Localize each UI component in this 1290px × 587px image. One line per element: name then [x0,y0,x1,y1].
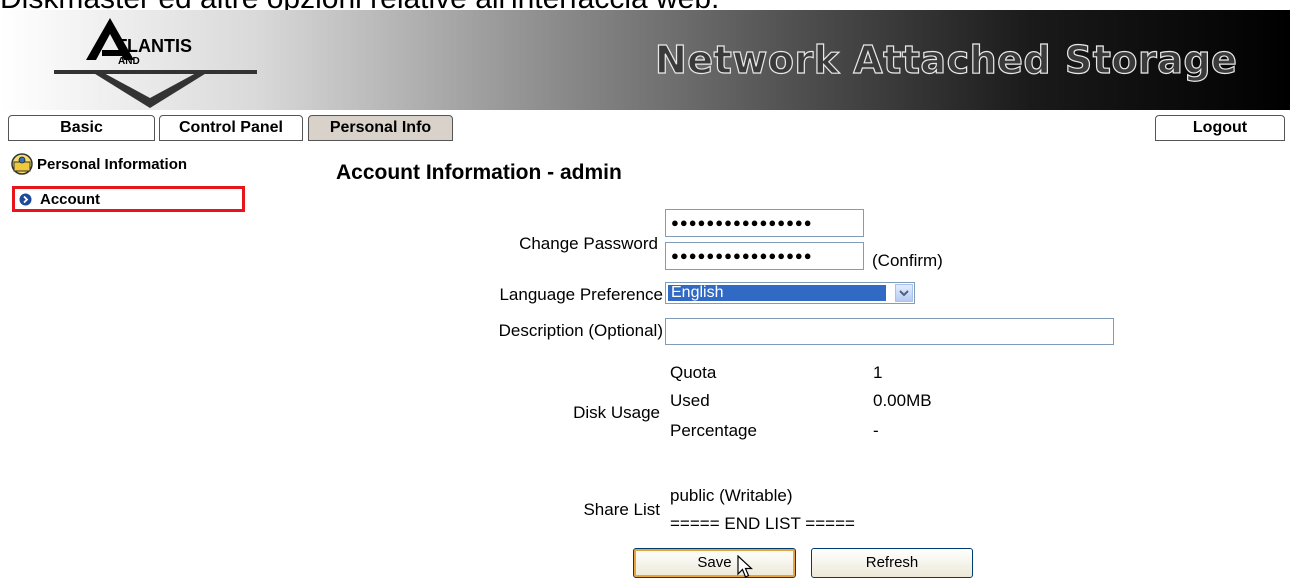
mouse-cursor-icon [737,555,753,578]
disk-usage-label: Disk Usage [573,403,660,422]
tab-basic[interactable]: Basic [8,115,155,141]
refresh-button[interactable]: Refresh [811,548,973,578]
language-selected-value: English [668,285,886,301]
quota-key: Quota [670,363,717,382]
logout-button[interactable]: Logout [1155,115,1285,141]
sidebar-item-label: Account [40,190,100,208]
chevron-down-glyph [899,290,909,297]
document-caption: Diskmaster ed altre opzioni relative all… [0,0,1290,10]
chevron-down-icon[interactable] [895,284,913,302]
save-button[interactable]: Save [633,548,796,578]
share-entry: public (Writable) [670,486,793,505]
quota-value: 1 [873,363,883,382]
atlantis-logo: TLANTIS AND [52,12,262,110]
description-input[interactable] [665,318,1114,345]
percentage-value: - [873,421,879,440]
page-title: Account Information - admin [336,161,622,184]
sidebar-item-account[interactable]: Account [12,186,245,212]
tab-personal-info[interactable]: Personal Info [308,115,453,141]
change-password-label: Change Password [519,234,658,253]
share-list-end: ===== END LIST ===== [670,514,855,533]
password-field[interactable]: ●●●●●●●●●●●●●●●● [665,209,864,237]
arrow-bullet-icon [19,193,32,205]
used-value: 0.00MB [873,391,932,410]
percentage-key: Percentage [670,421,757,440]
product-title: Network Attached Storage [654,37,1238,82]
used-key: Used [670,391,710,410]
folder-person-icon [11,153,33,175]
svg-text:TLANTIS: TLANTIS [116,36,192,56]
sidebar-title-label: Personal Information [37,155,188,173]
tab-control-panel[interactable]: Control Panel [159,115,303,141]
app-header: TLANTIS AND Network Attached Storage [0,10,1290,110]
language-label: Language Preference [499,285,663,304]
confirm-password-field[interactable]: ●●●●●●●●●●●●●●●● [665,242,864,270]
share-list-label: Share List [583,500,660,519]
language-select[interactable]: English [665,282,915,304]
logo-graphic: TLANTIS AND [54,18,257,108]
confirm-label: (Confirm) [872,251,943,270]
sidebar-title: Personal Information [10,152,187,176]
svg-text:AND: AND [118,56,140,67]
description-label: Description (Optional) [498,321,663,340]
